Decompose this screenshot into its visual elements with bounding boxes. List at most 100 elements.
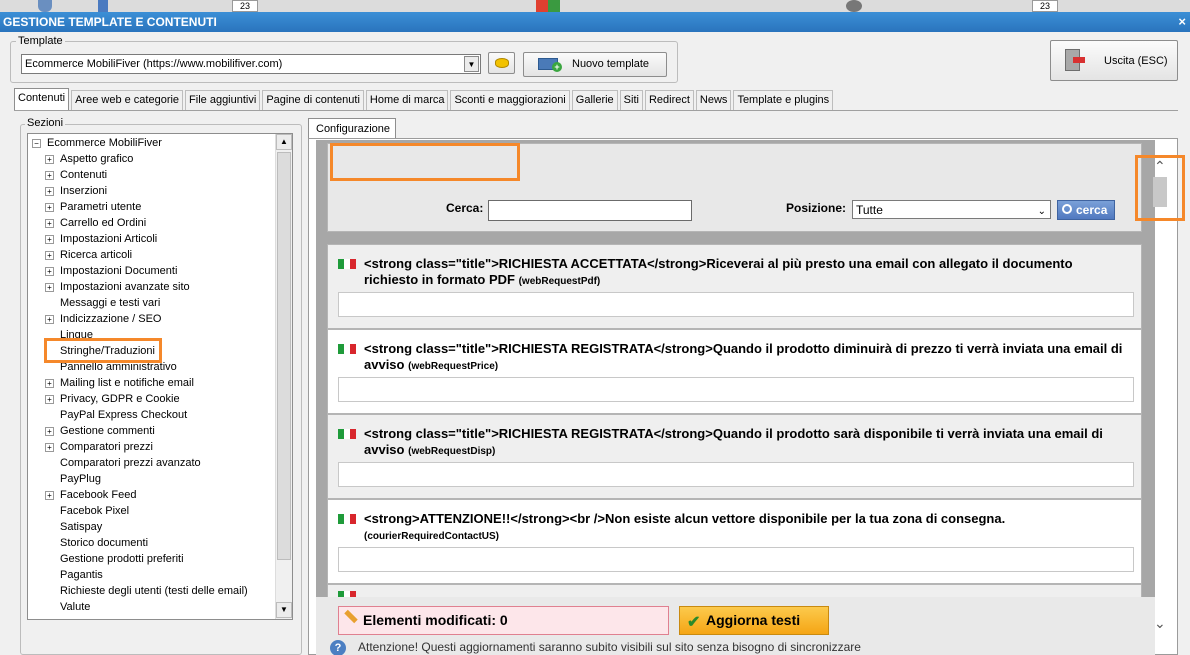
tab-sconti[interactable]: Sconti e maggiorazioni xyxy=(450,90,570,110)
sidebar-item[interactable]: + Carrello ed Ordini xyxy=(45,215,146,231)
search-button-label: cerca xyxy=(1076,203,1108,217)
exit-button[interactable]: Uscita (ESC) xyxy=(1050,40,1178,81)
template-select[interactable]: Ecommerce MobiliFiver (https://www.mobil… xyxy=(21,54,481,74)
scroll-down-icon[interactable]: ▼ xyxy=(276,602,292,618)
entry-text: <strong>ATTENZIONE!!</strong><br />Non e… xyxy=(364,511,1124,545)
tab-home-marca[interactable]: Home di marca xyxy=(365,90,449,110)
italian-flag-icon xyxy=(338,259,356,269)
sidebar-item-label: Facebok Pixel xyxy=(60,505,130,517)
sidebar-item[interactable]: + Impostazioni Articoli xyxy=(45,231,157,247)
sidebar-item[interactable]: + Aspetto grafico xyxy=(45,151,133,167)
expand-icon[interactable]: + xyxy=(45,170,54,180)
translation-entry: <strong>ATTENZIONE!!</strong><br />Non e… xyxy=(327,499,1142,584)
sidebar-item[interactable]: Valute xyxy=(60,599,90,615)
expand-icon[interactable]: + xyxy=(45,490,54,500)
search-button[interactable]: cerca xyxy=(1057,200,1115,220)
sidebar-item[interactable]: Facebok Pixel xyxy=(60,503,129,519)
sidebar-item[interactable]: Pagantis xyxy=(60,567,103,583)
scroll-up-icon[interactable]: ▲ xyxy=(276,134,292,150)
new-template-label: Nuovo template xyxy=(572,58,650,70)
check-icon: ✔ xyxy=(687,614,701,631)
highlight-header xyxy=(330,143,520,181)
highlight-scrollbar xyxy=(1135,155,1185,221)
sidebar-item[interactable]: + Inserzioni xyxy=(45,183,107,199)
expand-icon[interactable]: + xyxy=(45,426,54,436)
tab-gallerie[interactable]: Gallerie xyxy=(571,90,618,110)
sidebar-item[interactable]: + Ricerca articoli xyxy=(45,247,132,263)
sidebar-item[interactable]: + Contenuti xyxy=(45,167,107,183)
modified-label: Elementi modificati: 0 xyxy=(363,612,508,628)
sidebar-item[interactable]: + Impostazioni Documenti xyxy=(45,263,177,279)
sidebar-item-label: Comparatori prezzi xyxy=(60,441,153,453)
sidebar-item-label: Parametri utente xyxy=(60,201,142,213)
entry-translation-input[interactable] xyxy=(338,292,1134,317)
sidebar-item-label: Impostazioni Articoli xyxy=(60,233,158,245)
sidebar-item[interactable]: Comparatori prezzi avanzato xyxy=(60,455,201,471)
expand-icon[interactable]: + xyxy=(45,154,54,164)
expand-icon[interactable]: + xyxy=(45,250,54,260)
new-template-button[interactable]: + Nuovo template xyxy=(523,52,667,77)
sidebar-item[interactable]: Messaggi e testi vari xyxy=(60,295,160,311)
sidebar-item[interactable]: + Facebook Feed xyxy=(45,487,136,503)
tree-root[interactable]: − Ecommerce MobiliFiver xyxy=(32,135,162,151)
update-texts-button[interactable]: ✔ Aggiorna testi xyxy=(679,606,829,635)
sidebar-item[interactable]: PayPal Express Checkout xyxy=(60,407,187,423)
sidebar-item[interactable]: Storico documenti xyxy=(60,535,148,551)
warning-text: Attenzione! Questi aggiornamenti saranno… xyxy=(358,640,861,654)
sidebar-item-label: Messaggi e testi vari xyxy=(60,297,161,309)
expand-icon[interactable]: + xyxy=(45,186,54,196)
expand-icon[interactable]: + xyxy=(45,442,54,452)
sidebar-item[interactable]: + Comparatori prezzi xyxy=(45,439,153,455)
position-label: Posizione: xyxy=(786,201,847,215)
tab-pagine-contenuti[interactable]: Pagine di contenuti xyxy=(262,90,364,110)
expand-icon[interactable]: + xyxy=(45,218,54,228)
italian-flag-icon xyxy=(338,514,356,524)
tab-configurazione[interactable]: Configurazione xyxy=(308,118,396,139)
sidebar-item[interactable]: + Impostazioni avanzate sito xyxy=(45,279,190,295)
sidebar-item[interactable]: + Mailing list e notifiche email xyxy=(45,375,194,391)
tab-news[interactable]: News xyxy=(695,90,732,110)
expand-icon[interactable]: + xyxy=(45,202,54,212)
entry-translation-input[interactable] xyxy=(338,377,1134,402)
collapse-icon[interactable]: − xyxy=(32,138,41,148)
chevron-down-icon[interactable]: ⌄ xyxy=(1154,615,1166,632)
sidebar-item[interactable]: + Privacy, GDPR e Cookie xyxy=(45,391,180,407)
sidebar-item[interactable]: + Gestione commenti xyxy=(45,423,155,439)
close-icon[interactable]: × xyxy=(1178,12,1186,32)
calendar-day: 23 xyxy=(239,1,250,11)
chevron-down-icon[interactable]: ▼ xyxy=(464,56,479,72)
sidebar-item[interactable]: Gestione prodotti preferiti xyxy=(60,551,184,567)
expand-icon[interactable]: + xyxy=(45,266,54,276)
position-select[interactable]: Tutte ⌄ xyxy=(852,200,1051,219)
sidebar-item[interactable]: Richieste degli utenti (testi delle emai… xyxy=(60,583,248,599)
chevron-down-icon[interactable]: ⌄ xyxy=(1038,203,1046,221)
entry-translation-input[interactable] xyxy=(338,462,1134,487)
tab-siti[interactable]: Siti xyxy=(619,90,643,110)
tree-scrollbar[interactable]: ▲ ▼ xyxy=(275,134,292,619)
tab-template-plugins[interactable]: Template e plugins xyxy=(733,90,834,110)
tab-file-aggiuntivi[interactable]: File aggiuntivi xyxy=(185,90,261,110)
tab-aree-web[interactable]: Aree web e categorie xyxy=(71,90,184,110)
sidebar-item[interactable]: + Parametri utente xyxy=(45,199,141,215)
expand-icon[interactable]: + xyxy=(45,314,54,324)
sidebar-item[interactable]: PayPlug xyxy=(60,471,101,487)
tool-icon xyxy=(846,0,862,12)
entry-translation-input[interactable] xyxy=(338,547,1134,572)
sidebar-item-label: Comparatori prezzi avanzato xyxy=(60,457,201,469)
sidebar-item-label: Ricerca articoli xyxy=(60,249,133,261)
expand-icon[interactable]: + xyxy=(45,234,54,244)
tab-redirect[interactable]: Redirect xyxy=(644,90,694,110)
tree-scroll-thumb[interactable] xyxy=(277,152,291,560)
entry-key: (webRequestDisp) xyxy=(408,446,496,457)
app-icon xyxy=(98,0,108,12)
sidebar-item-label: Contenuti xyxy=(60,169,108,181)
sidebar-item-label: PayPal Express Checkout xyxy=(60,409,188,421)
search-input[interactable] xyxy=(488,200,692,221)
tab-contenuti[interactable]: Contenuti xyxy=(14,88,70,110)
expand-icon[interactable]: + xyxy=(45,282,54,292)
sidebar-item[interactable]: Satispay xyxy=(60,519,102,535)
sidebar-item[interactable]: + Indicizzazione / SEO xyxy=(45,311,162,327)
database-button[interactable] xyxy=(488,52,515,74)
expand-icon[interactable]: + xyxy=(45,378,54,388)
expand-icon[interactable]: + xyxy=(45,394,54,404)
